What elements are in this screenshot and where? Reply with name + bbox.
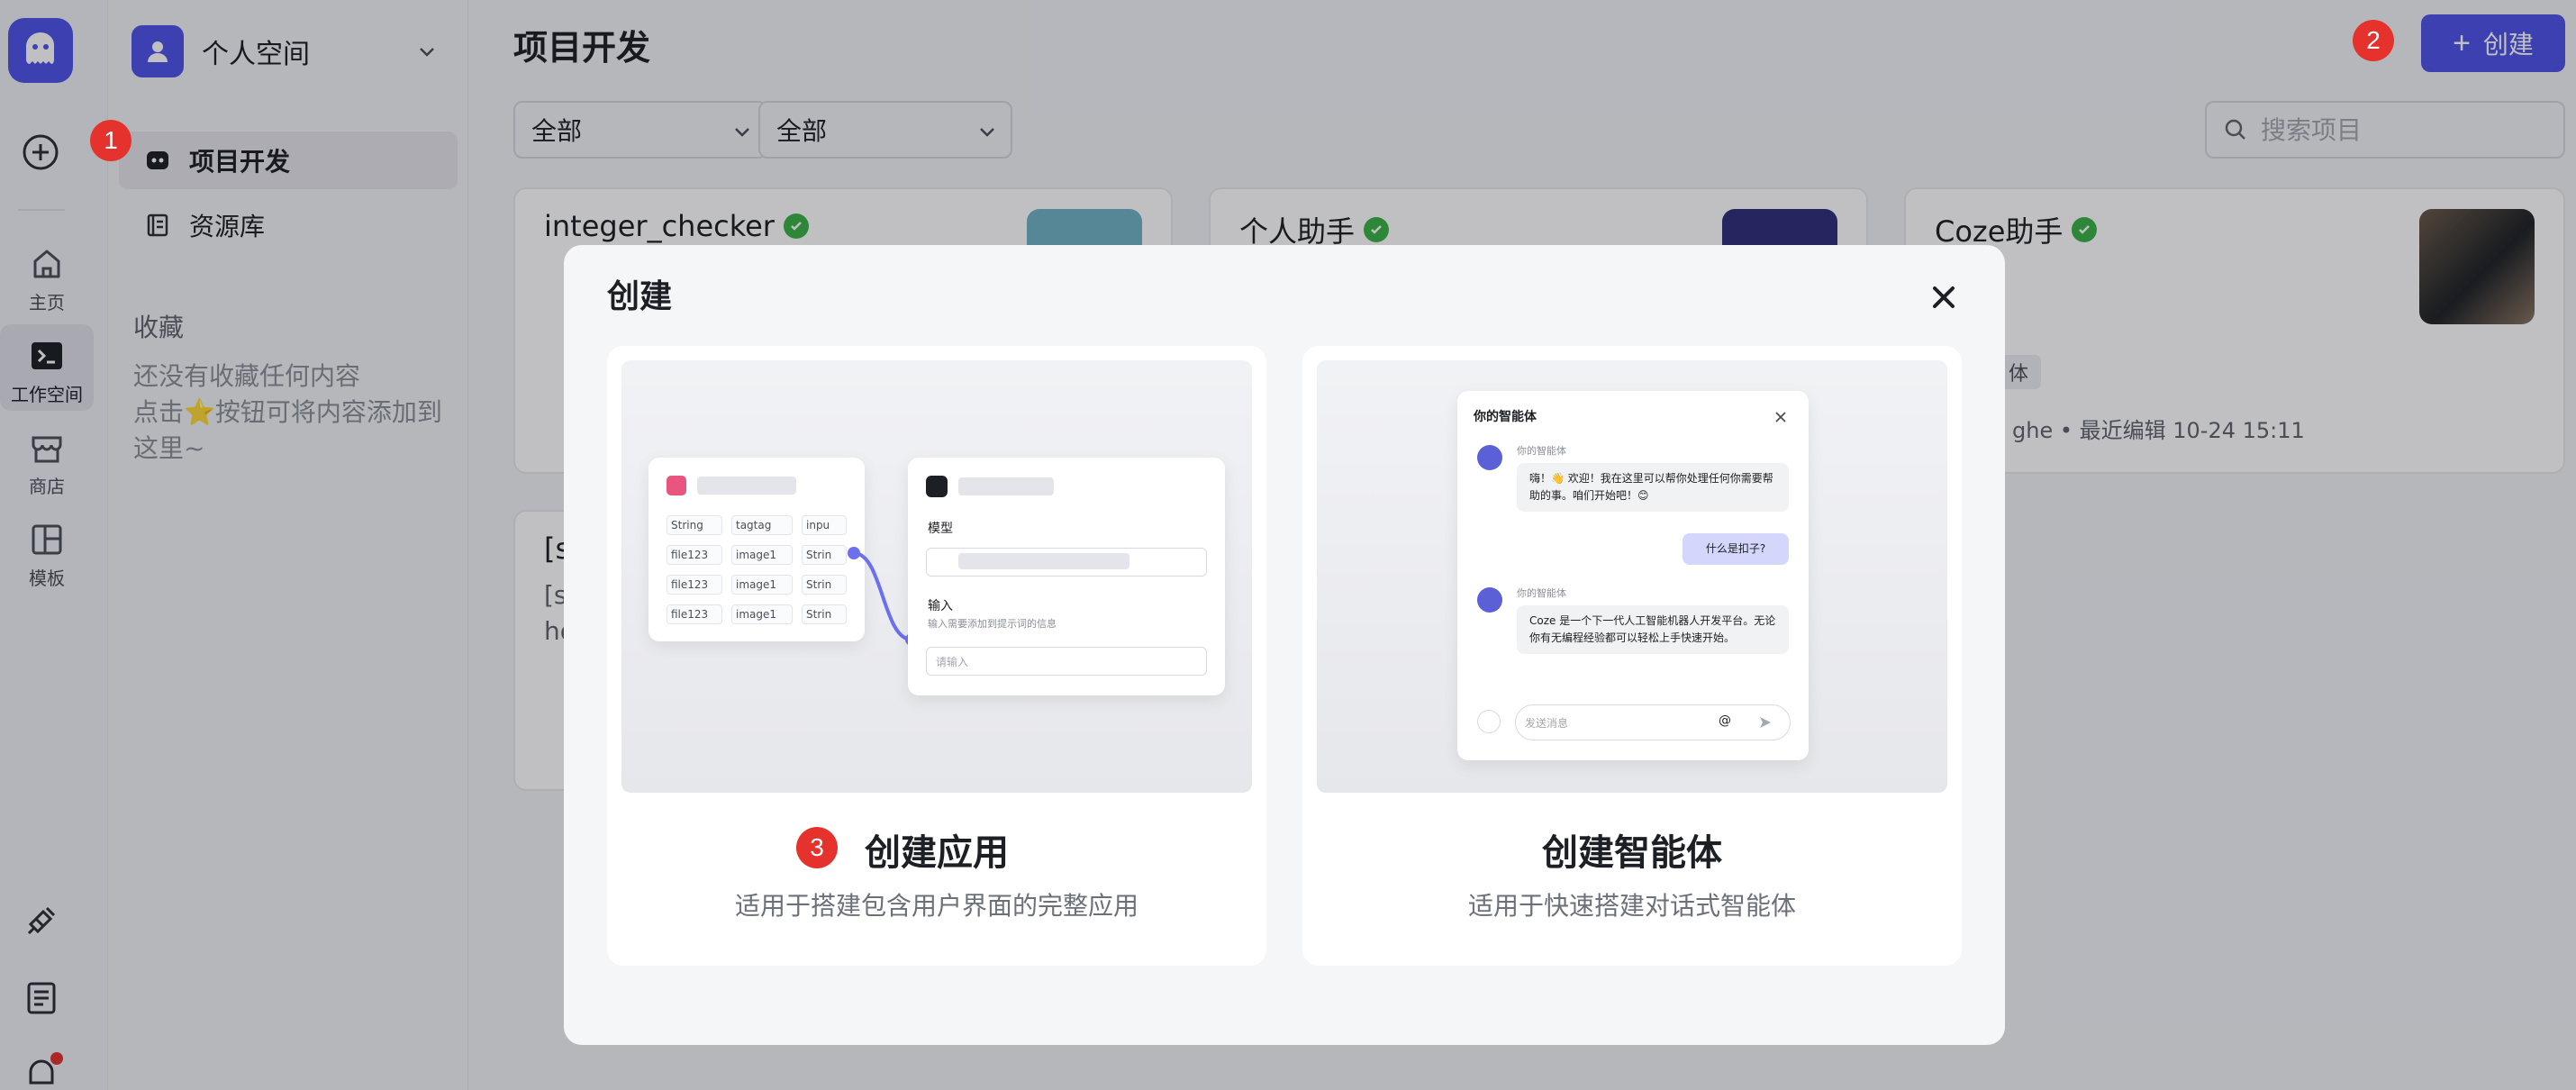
- mini-chat-window: 你的智能体 你的智能体 嗨！👋 欢迎！我在这里可以帮你处理任何你需要帮助的事。咱…: [1457, 391, 1809, 760]
- chat-title: 你的智能体: [1474, 410, 1537, 424]
- chip: String: [667, 515, 722, 535]
- option-title: 创建智能体: [1542, 832, 1722, 874]
- chip: inpu: [802, 515, 847, 535]
- chip: image1: [731, 575, 793, 595]
- chip: file123: [667, 545, 722, 565]
- input-hint: 输入需要添加到提示词的信息: [928, 618, 1057, 630]
- chip: image1: [731, 545, 793, 565]
- send-icon: [1760, 717, 1771, 728]
- mini-config-card: 模型 输入 输入需要添加到提示词的信息 请输入: [908, 458, 1225, 695]
- option-title: 创建应用: [865, 832, 1009, 874]
- agent-greeting: 嗨！👋 欢迎！我在这里可以帮你处理任何你需要帮助的事。咱们开始吧！😊: [1517, 463, 1789, 512]
- close-icon[interactable]: [1924, 277, 1964, 317]
- create-modal: 创建 String tagtag inpu file123 image1 Str…: [564, 245, 2005, 1045]
- input-label: 输入: [928, 599, 953, 613]
- chip: Strin: [802, 575, 847, 595]
- user-message: 什么是扣子?: [1683, 533, 1789, 565]
- agent-answer: Coze 是一个下一代人工智能机器人开发平台。无论你有无编程经验都可以轻松上手快…: [1517, 605, 1789, 654]
- option-desc: 适用于快速搭建对话式智能体: [1467, 891, 1796, 921]
- agent-avatar-icon: [1477, 587, 1502, 613]
- create-agent-option[interactable]: 你的智能体 你的智能体 嗨！👋 欢迎！我在这里可以帮你处理任何你需要帮助的事。咱…: [1302, 346, 1962, 966]
- close-icon: [1775, 412, 1786, 422]
- option-desc: 适用于搭建包含用户界面的完整应用: [734, 891, 1138, 921]
- table-icon: [667, 476, 686, 495]
- chip: Strin: [802, 545, 847, 565]
- sender-name: 你的智能体: [1517, 587, 1566, 599]
- chip: tagtag: [731, 515, 793, 535]
- create-app-option[interactable]: String tagtag inpu file123 image1 Strin …: [607, 346, 1266, 966]
- step-badge: 1: [90, 120, 132, 161]
- bot-icon: [926, 476, 948, 497]
- mention-icon: @: [1719, 713, 1731, 728]
- modal-title: 创建: [607, 278, 673, 315]
- agent-preview-illustration: 你的智能体 你的智能体 嗨！👋 欢迎！我在这里可以帮你处理任何你需要帮助的事。咱…: [1317, 360, 1947, 793]
- sender-name: 你的智能体: [1517, 445, 1566, 457]
- chip: Strin: [802, 604, 847, 624]
- app-preview-illustration: String tagtag inpu file123 image1 Strin …: [621, 360, 1252, 793]
- chip: file123: [667, 604, 722, 624]
- chat-input: 发送消息: [1515, 704, 1791, 740]
- model-label: 模型: [928, 522, 953, 536]
- chip: image1: [731, 604, 793, 624]
- placeholder-bar: [958, 477, 1054, 495]
- placeholder-bar: [697, 477, 796, 495]
- mini-data-card: String tagtag inpu file123 image1 Strin …: [649, 458, 865, 641]
- step-badge: 2: [2353, 20, 2394, 61]
- placeholder-bar: [958, 553, 1129, 569]
- reset-icon: [1477, 710, 1501, 733]
- step-badge: 3: [796, 827, 838, 868]
- mini-input-field: 请输入: [926, 647, 1207, 676]
- agent-avatar-icon: [1477, 445, 1502, 470]
- chip: file123: [667, 575, 722, 595]
